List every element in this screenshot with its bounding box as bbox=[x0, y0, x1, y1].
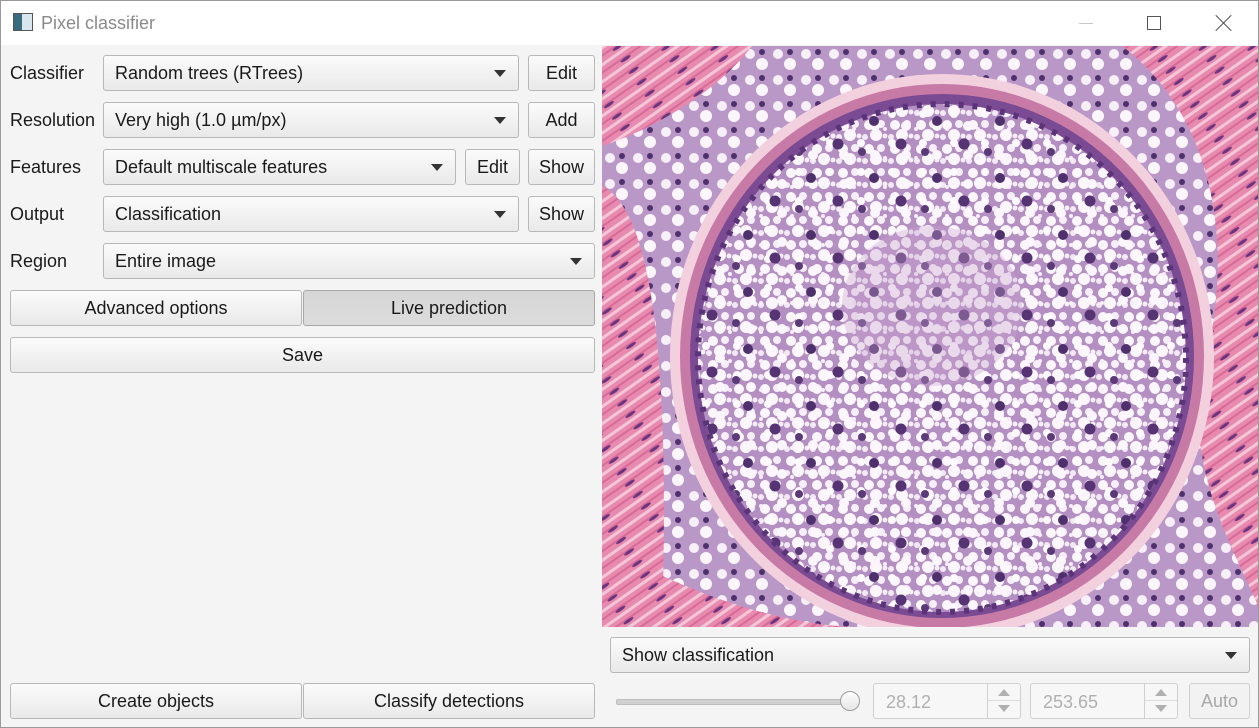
opacity-slider-thumb[interactable] bbox=[840, 691, 860, 711]
region-select-value: Entire image bbox=[115, 250, 217, 271]
classify-detections-button[interactable]: Classify detections bbox=[303, 683, 595, 719]
region-select[interactable]: Entire image bbox=[103, 243, 595, 279]
maximize-button[interactable] bbox=[1121, 1, 1187, 45]
chevron-down-icon bbox=[494, 117, 506, 124]
max-display-spinner[interactable]: 253.65 bbox=[1030, 683, 1178, 719]
chevron-down-icon bbox=[494, 211, 506, 218]
display-mode-value: Show classification bbox=[622, 644, 775, 665]
add-resolution-button[interactable]: Add bbox=[528, 102, 595, 138]
min-display-spinner[interactable]: 28.12 bbox=[873, 683, 1021, 719]
pixel-classifier-window: Pixel classifier Classifier Random trees… bbox=[0, 0, 1259, 728]
create-objects-button[interactable]: Create objects bbox=[10, 683, 302, 719]
decrement-icon bbox=[998, 705, 1010, 712]
chevron-down-icon bbox=[431, 164, 443, 171]
features-select-value: Default multiscale features bbox=[115, 156, 328, 177]
region-label: Region bbox=[10, 251, 68, 271]
classifier-label: Classifier bbox=[10, 63, 85, 83]
classifier-select[interactable]: Random trees (RTrees) bbox=[103, 55, 519, 91]
resolution-select[interactable]: Very high (1.0 µm/px) bbox=[103, 102, 519, 138]
tissue-image bbox=[602, 46, 1258, 627]
chevron-down-icon bbox=[570, 258, 582, 265]
close-icon bbox=[1215, 14, 1233, 32]
min-spinner-arrows[interactable] bbox=[987, 684, 1020, 718]
output-select[interactable]: Classification bbox=[103, 196, 519, 232]
features-select[interactable]: Default multiscale features bbox=[103, 149, 456, 185]
increment-icon bbox=[998, 689, 1010, 696]
max-display-value: 253.65 bbox=[1043, 692, 1099, 712]
close-button[interactable] bbox=[1191, 1, 1257, 45]
edit-classifier-button[interactable]: Edit bbox=[528, 55, 595, 91]
image-viewer[interactable] bbox=[602, 46, 1258, 627]
chevron-down-icon bbox=[494, 70, 506, 77]
increment-icon bbox=[1155, 689, 1167, 696]
edit-features-button[interactable]: Edit bbox=[465, 149, 520, 185]
show-features-button[interactable]: Show bbox=[528, 149, 595, 185]
app-window-icon bbox=[13, 13, 33, 31]
window-title: Pixel classifier bbox=[41, 13, 156, 33]
output-select-value: Classification bbox=[115, 203, 222, 224]
advanced-options-button[interactable]: Advanced options bbox=[10, 290, 302, 326]
classifier-select-value: Random trees (RTrees) bbox=[115, 62, 304, 83]
max-spinner-arrows[interactable] bbox=[1144, 684, 1177, 718]
output-label: Output bbox=[10, 204, 65, 224]
auto-range-button[interactable]: Auto bbox=[1189, 683, 1250, 719]
chevron-down-icon bbox=[1225, 652, 1237, 659]
features-label: Features bbox=[10, 157, 82, 177]
decrement-icon bbox=[1155, 705, 1167, 712]
resolution-select-value: Very high (1.0 µm/px) bbox=[115, 109, 287, 130]
minimize-icon bbox=[1079, 22, 1093, 24]
maximize-icon bbox=[1147, 16, 1161, 30]
live-prediction-toggle[interactable]: Live prediction bbox=[303, 290, 595, 326]
display-mode-select[interactable]: Show classification bbox=[610, 637, 1250, 673]
minimize-button[interactable] bbox=[1053, 1, 1119, 45]
min-display-value: 28.12 bbox=[886, 692, 932, 712]
title-bar[interactable]: Pixel classifier bbox=[1, 1, 1258, 45]
opacity-slider[interactable] bbox=[616, 699, 858, 705]
resolution-label: Resolution bbox=[10, 110, 96, 130]
show-output-button[interactable]: Show bbox=[528, 196, 595, 232]
save-button[interactable]: Save bbox=[10, 337, 595, 373]
